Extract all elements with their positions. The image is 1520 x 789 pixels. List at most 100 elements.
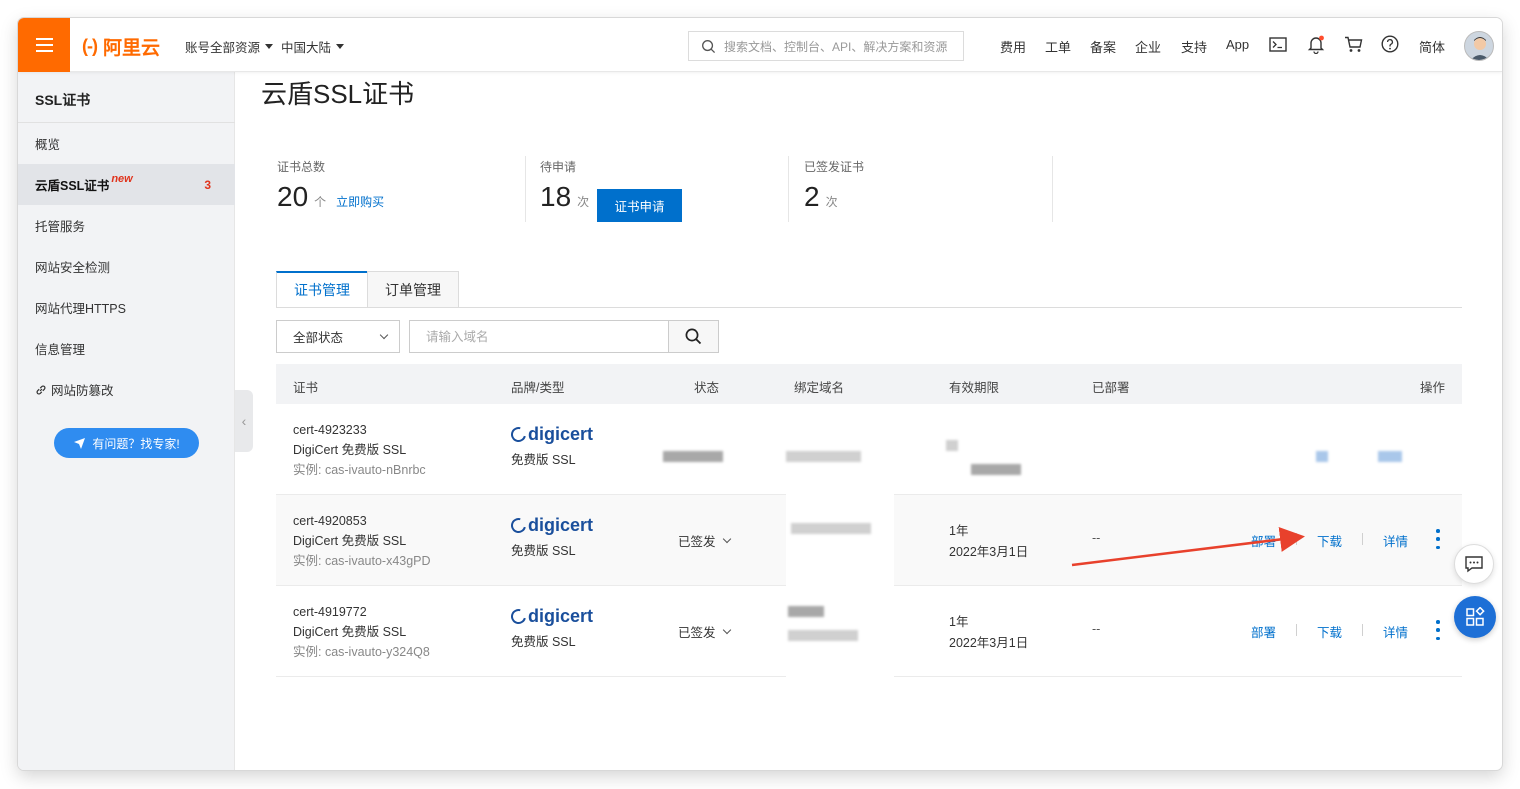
brand-type: 免费版 SSL: [511, 453, 576, 467]
action-divider: [1296, 624, 1297, 636]
nav-icp[interactable]: 备案: [1090, 37, 1116, 56]
validity-cell: 1年 2022年3月1日: [949, 612, 1028, 654]
nav-app[interactable]: App: [1226, 37, 1249, 52]
deploy-button[interactable]: 部署: [1251, 531, 1276, 550]
redacted-domain: [786, 451, 861, 462]
redacted-domain: [788, 606, 824, 617]
validity-date: 2022年3月1日: [949, 636, 1029, 650]
apply-cert-button[interactable]: 证书申请: [597, 189, 682, 222]
domain-search-input[interactable]: [410, 321, 668, 352]
send-icon: [74, 437, 86, 449]
terminal-icon[interactable]: [1268, 34, 1288, 54]
logo-text: 阿里云: [102, 38, 160, 59]
table-row: cert-4920853 DigiCert 免费版 SSL 实例: cas-iv…: [276, 491, 1462, 591]
col-deployed: 已部署: [1092, 381, 1130, 395]
sidebar-item-https-proxy[interactable]: 网站代理HTTPS: [18, 287, 235, 328]
sidebar-item-label: 网站代理HTTPS: [35, 302, 126, 316]
tab-cert-management[interactable]: 证书管理: [276, 271, 368, 308]
stat-value: 18: [540, 181, 572, 212]
chevron-left-icon: ‹: [241, 413, 247, 429]
sidebar-item-info-management[interactable]: 信息管理: [18, 328, 235, 369]
col-actions: 操作: [1420, 381, 1446, 395]
stat-pending: 待申请 18 次: [540, 158, 589, 222]
table-header: 证书 品牌/类型 状态 绑定域名 有效期限 已部署 操作: [276, 364, 1462, 404]
feedback-chat-button[interactable]: [1454, 544, 1494, 584]
chat-icon: [1465, 556, 1483, 573]
app-grid-button[interactable]: [1454, 596, 1496, 638]
status-label: 已签发: [678, 626, 716, 640]
digicert-logo: digicert: [508, 424, 593, 445]
sidebar-item-ssl-cert[interactable]: 云盾SSL证书 new 3: [18, 164, 235, 205]
domain-search-button[interactable]: [668, 321, 718, 352]
deploy-button[interactable]: 部署: [1251, 622, 1276, 641]
caret-down-icon: [336, 44, 345, 49]
deployed-cell: --: [1092, 622, 1101, 636]
deployed-cell: --: [1092, 531, 1101, 545]
nav-support[interactable]: 支持: [1181, 37, 1207, 56]
global-search-input[interactable]: 搜索文档、控制台、API、解决方案和资源: [688, 31, 964, 61]
details-button[interactable]: 详情: [1383, 622, 1408, 641]
cert-id: cert-4923233: [293, 423, 367, 437]
account-scope-dropdown[interactable]: 账号全部资源: [185, 37, 274, 56]
stat-divider: [525, 156, 526, 222]
language-switch[interactable]: 简体: [1419, 37, 1445, 56]
stat-label: 待申请: [540, 160, 577, 174]
cert-name: DigiCert 免费版 SSL: [293, 625, 407, 639]
digicert-logo: digicert: [508, 515, 593, 536]
cert-name: DigiCert 免费版 SSL: [293, 534, 407, 548]
cert-instance: 实例: cas-ivauto-y324Q8: [293, 645, 430, 659]
action-divider: [1362, 624, 1363, 636]
more-options-icon[interactable]: [1433, 529, 1443, 549]
top-bar: (-) 阿里云 账号全部资源 中国大陆 搜索文档、控制台、API、解决方案和资源…: [18, 18, 1502, 72]
ask-expert-label: 有问题？找专家!: [92, 436, 180, 451]
region-dropdown[interactable]: 中国大陆: [281, 37, 345, 56]
sidebar-item-tamper-protection[interactable]: 网站防篡改: [18, 369, 235, 410]
new-tag: new: [111, 172, 133, 185]
buy-now-link[interactable]: 立即购买: [336, 193, 384, 210]
chevron-down-icon: [722, 534, 731, 544]
redacted-domain: [791, 523, 871, 534]
status-dropdown[interactable]: 已签发: [678, 622, 731, 641]
sidebar-item-label: 概览: [35, 138, 61, 152]
status-dropdown[interactable]: 已签发: [678, 531, 731, 550]
details-button[interactable]: 详情: [1383, 531, 1408, 550]
tab-underline: [276, 307, 1462, 308]
col-brand: 品牌/类型: [511, 381, 565, 395]
table-row: cert-4923233 DigiCert 免费版 SSL 实例: cas-iv…: [276, 404, 1462, 495]
hamburger-menu-button[interactable]: [18, 18, 70, 72]
status-filter-value: 全部状态: [293, 331, 344, 345]
tab-order-management[interactable]: 订单管理: [367, 271, 459, 308]
nav-tickets[interactable]: 工单: [1045, 37, 1071, 56]
cart-icon[interactable]: [1343, 34, 1363, 54]
help-question-icon[interactable]: [1380, 34, 1400, 54]
user-avatar[interactable]: [1464, 31, 1494, 61]
account-scope-label: 账号全部资源: [185, 41, 261, 55]
sidebar-item-count: 3: [204, 177, 211, 192]
ask-expert-button[interactable]: 有问题？找专家!: [54, 428, 199, 458]
nav-enterprise[interactable]: 企业: [1135, 37, 1161, 56]
digicert-logo: digicert: [508, 606, 593, 627]
logo-mark: (-): [82, 36, 98, 56]
brand-cell: digicert 免费版 SSL: [508, 515, 593, 559]
download-button[interactable]: 下载: [1317, 531, 1342, 550]
sidebar-collapse-handle[interactable]: ‹: [235, 390, 253, 452]
link-icon: [36, 385, 46, 394]
sidebar-item-managed-service[interactable]: 托管服务: [18, 205, 235, 246]
nav-billing[interactable]: 费用: [1000, 37, 1026, 56]
cert-id: cert-4920853: [293, 514, 367, 528]
stat-value: 20: [277, 181, 309, 212]
aliyun-logo[interactable]: (-) 阿里云: [82, 33, 160, 60]
notification-bell-icon[interactable]: [1306, 34, 1326, 54]
brand-type: 免费版 SSL: [511, 544, 576, 558]
sidebar-item-label: 云盾SSL证书: [35, 179, 110, 193]
cert-name: DigiCert 免费版 SSL: [293, 443, 407, 457]
stat-label: 已签发证书: [804, 160, 865, 174]
brand-type: 免费版 SSL: [511, 635, 576, 649]
sidebar-item-site-security-check[interactable]: 网站安全检测: [18, 246, 235, 287]
more-options-icon[interactable]: [1433, 620, 1443, 640]
validity-term: 1年: [949, 615, 969, 629]
sidebar-item-overview[interactable]: 概览: [18, 123, 235, 164]
status-filter-select[interactable]: 全部状态: [276, 320, 400, 353]
validity-date: 2022年3月1日: [949, 545, 1029, 559]
download-button[interactable]: 下载: [1317, 622, 1342, 641]
